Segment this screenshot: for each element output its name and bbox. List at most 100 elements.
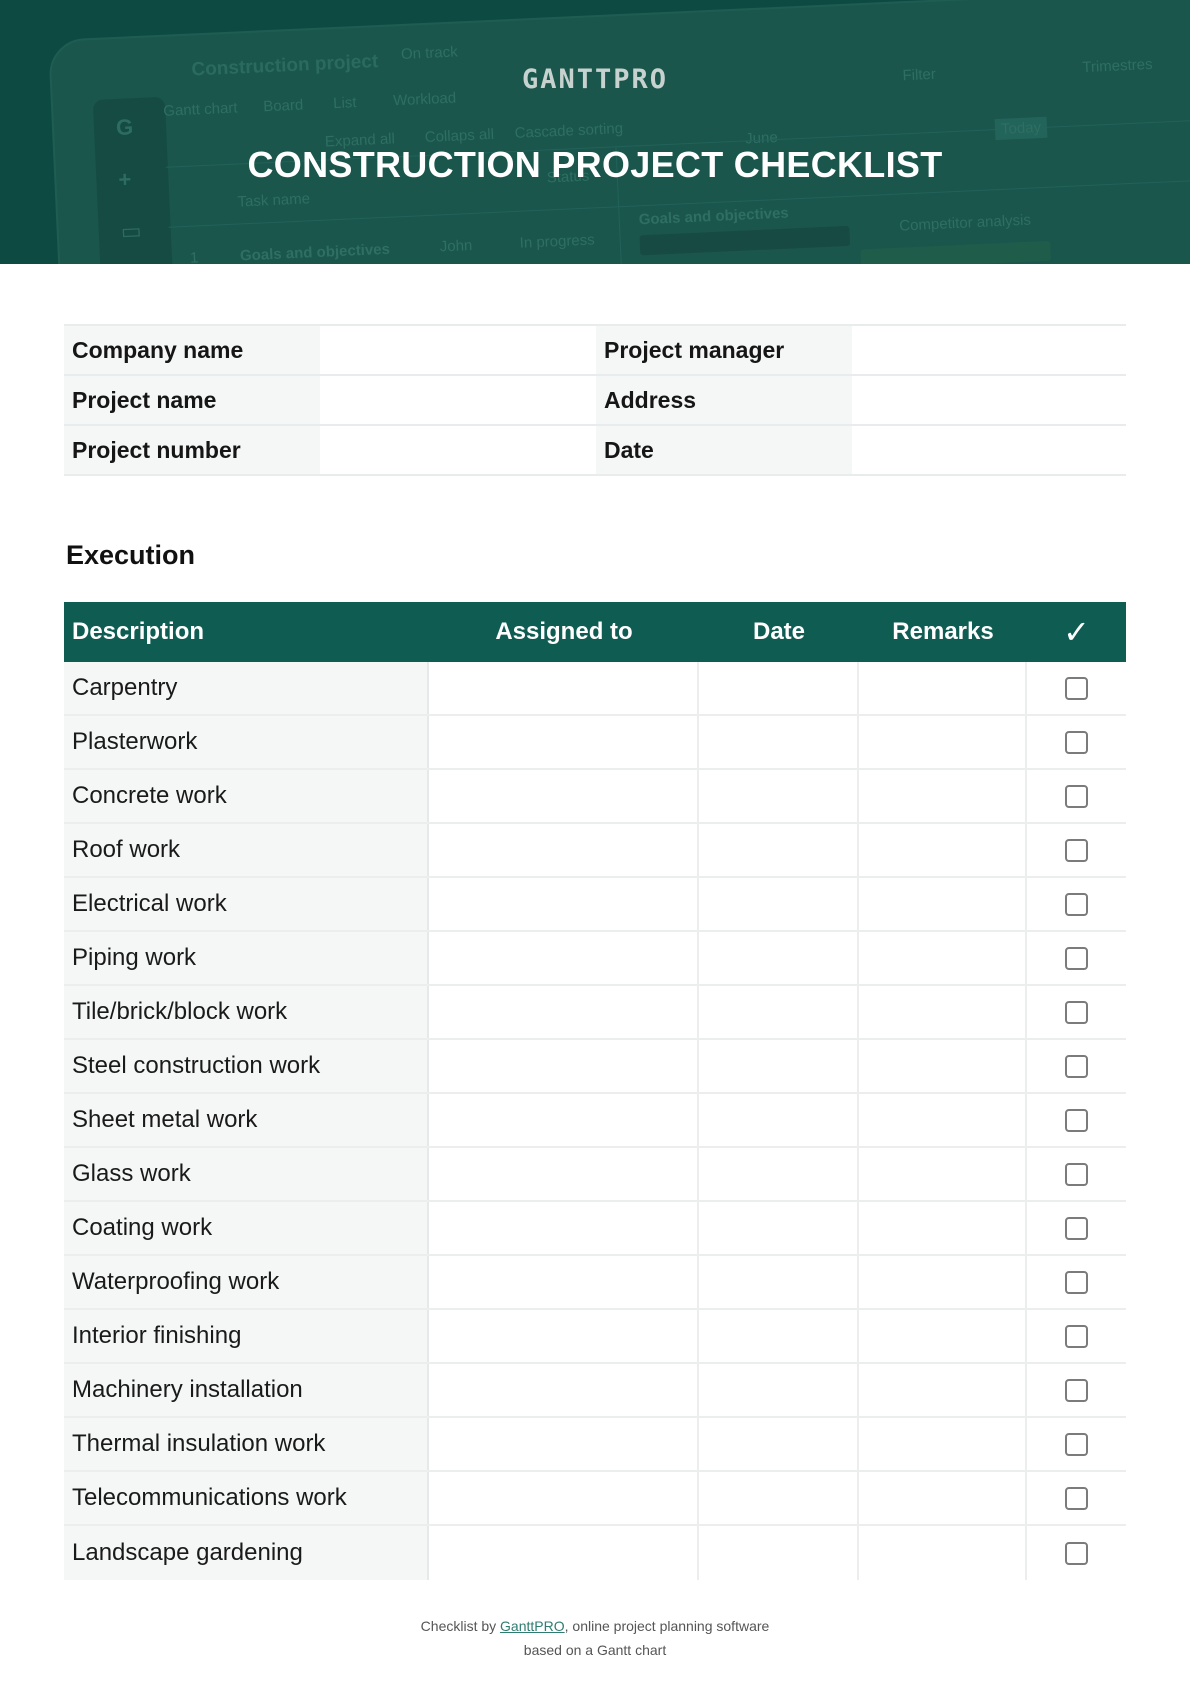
task-checkbox[interactable] <box>1065 1108 1088 1132</box>
task-checkbox[interactable] <box>1065 730 1088 754</box>
task-checkbox[interactable] <box>1065 1054 1088 1078</box>
task-checkbox[interactable] <box>1065 1162 1088 1186</box>
task-description: Electrical work <box>64 878 429 930</box>
assigned-to-cell[interactable] <box>429 1202 699 1254</box>
date-cell[interactable] <box>699 1472 859 1524</box>
assigned-to-cell[interactable] <box>429 1364 699 1416</box>
remarks-cell[interactable] <box>859 1418 1027 1470</box>
assigned-to-cell[interactable] <box>429 1310 699 1362</box>
date-cell[interactable] <box>699 878 859 930</box>
remarks-cell[interactable] <box>859 770 1027 822</box>
assigned-to-cell[interactable] <box>429 878 699 930</box>
checkbox-cell <box>1027 1094 1126 1146</box>
task-checkbox[interactable] <box>1065 1432 1088 1456</box>
mockup-today-marker: Today <box>994 116 1048 141</box>
date-field[interactable] <box>852 426 1126 474</box>
company-name-field[interactable] <box>320 326 596 374</box>
table-row: Waterproofing work <box>64 1256 1126 1310</box>
date-cell[interactable] <box>699 986 859 1038</box>
remarks-cell[interactable] <box>859 878 1027 930</box>
task-checkbox[interactable] <box>1065 946 1088 970</box>
date-cell[interactable] <box>699 932 859 984</box>
mockup-tab: List <box>332 94 357 113</box>
footer-line-2: based on a Gantt chart <box>523 1642 667 1658</box>
remarks-cell[interactable] <box>859 1040 1027 1092</box>
date-cell[interactable] <box>699 1040 859 1092</box>
task-checkbox[interactable] <box>1065 1486 1088 1510</box>
mockup-tab: Gantt chart <box>162 99 238 120</box>
task-description: Roof work <box>64 824 429 876</box>
task-checkbox[interactable] <box>1065 676 1088 700</box>
footer-prefix: Checklist by <box>420 1618 501 1634</box>
remarks-cell[interactable] <box>859 662 1027 714</box>
assigned-to-cell[interactable] <box>429 1526 699 1580</box>
checkbox-cell <box>1027 932 1126 984</box>
column-header-assigned-to: Assigned to <box>495 618 633 645</box>
task-checkbox[interactable] <box>1065 892 1088 916</box>
remarks-cell[interactable] <box>859 1364 1027 1416</box>
task-checkbox[interactable] <box>1065 1324 1088 1348</box>
date-cell[interactable] <box>699 1256 859 1308</box>
date-cell[interactable] <box>699 662 859 714</box>
checkbox-cell <box>1027 770 1126 822</box>
task-description: Piping work <box>64 932 429 984</box>
mockup-toolbar-item: Cascade sorting <box>514 120 624 142</box>
assigned-to-cell[interactable] <box>429 1472 699 1524</box>
ganttpro-link[interactable]: GanttPRO <box>500 1618 565 1634</box>
remarks-cell[interactable] <box>859 1148 1027 1200</box>
project-name-field[interactable] <box>320 376 596 424</box>
date-cell[interactable] <box>699 770 859 822</box>
date-cell[interactable] <box>699 1526 859 1580</box>
address-field[interactable] <box>852 376 1126 424</box>
remarks-cell[interactable] <box>859 1526 1027 1580</box>
remarks-cell[interactable] <box>859 1472 1027 1524</box>
task-checkbox[interactable] <box>1065 1378 1088 1402</box>
date-cell[interactable] <box>699 1310 859 1362</box>
project-manager-field[interactable] <box>852 326 1126 374</box>
task-checkbox[interactable] <box>1065 1216 1088 1240</box>
remarks-cell[interactable] <box>859 1202 1027 1254</box>
date-cell[interactable] <box>699 1148 859 1200</box>
date-cell[interactable] <box>699 824 859 876</box>
date-cell[interactable] <box>699 1418 859 1470</box>
remarks-cell[interactable] <box>859 932 1027 984</box>
checkbox-cell <box>1027 1256 1126 1308</box>
assigned-to-cell[interactable] <box>429 662 699 714</box>
remarks-cell[interactable] <box>859 716 1027 768</box>
remarks-cell[interactable] <box>859 1094 1027 1146</box>
date-cell[interactable] <box>699 1364 859 1416</box>
task-checkbox[interactable] <box>1065 1000 1088 1024</box>
assigned-to-cell[interactable] <box>429 932 699 984</box>
mockup-bar-label: Goals and objectives <box>638 204 790 229</box>
remarks-cell[interactable] <box>859 1256 1027 1308</box>
assigned-to-cell[interactable] <box>429 770 699 822</box>
task-checkbox[interactable] <box>1065 838 1088 862</box>
task-checkbox[interactable] <box>1065 784 1088 808</box>
remarks-cell[interactable] <box>859 1310 1027 1362</box>
date-cell[interactable] <box>699 1202 859 1254</box>
checkbox-cell <box>1027 1202 1126 1254</box>
mockup-row-status: In progress <box>519 231 596 252</box>
date-cell[interactable] <box>699 716 859 768</box>
assigned-to-cell[interactable] <box>429 716 699 768</box>
assigned-to-cell[interactable] <box>429 1256 699 1308</box>
table-row: Glass work <box>64 1148 1126 1202</box>
remarks-cell[interactable] <box>859 824 1027 876</box>
task-checkbox[interactable] <box>1065 1270 1088 1294</box>
info-row: Company name Project manager <box>64 326 1126 376</box>
assigned-to-cell[interactable] <box>429 1040 699 1092</box>
remarks-cell[interactable] <box>859 986 1027 1038</box>
assigned-to-cell[interactable] <box>429 1418 699 1470</box>
task-description: Concrete work <box>64 770 429 822</box>
assigned-to-cell[interactable] <box>429 1148 699 1200</box>
checkmark-icon: ✓ <box>1063 614 1090 650</box>
project-number-field[interactable] <box>320 426 596 474</box>
assigned-to-cell[interactable] <box>429 1094 699 1146</box>
assigned-to-cell[interactable] <box>429 986 699 1038</box>
table-row: Carpentry <box>64 662 1126 716</box>
project-manager-label: Project manager <box>596 326 852 374</box>
date-cell[interactable] <box>699 1094 859 1146</box>
task-checkbox[interactable] <box>1065 1541 1088 1565</box>
assigned-to-cell[interactable] <box>429 824 699 876</box>
project-number-label: Project number <box>64 426 320 474</box>
